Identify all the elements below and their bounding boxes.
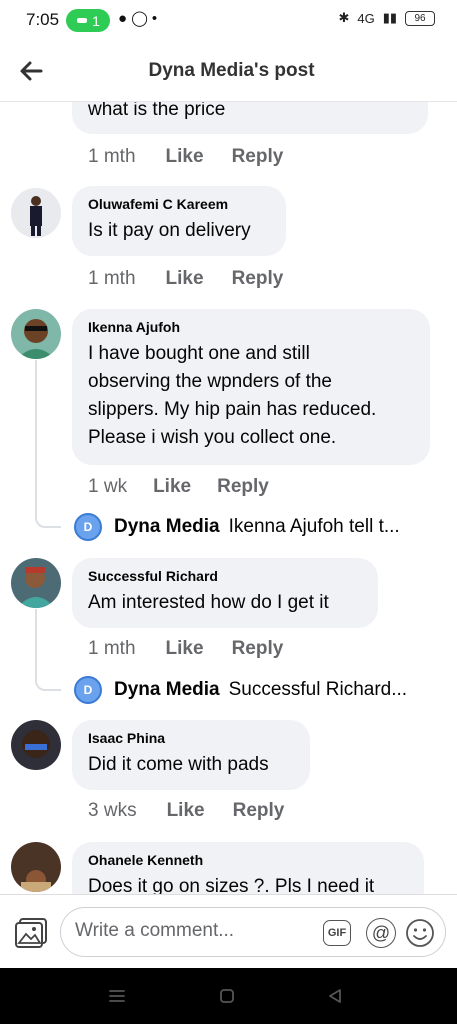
battery-level: 96 <box>414 12 426 24</box>
sim-badge: 1 <box>92 12 100 29</box>
reply-button[interactable]: Reply <box>233 800 285 822</box>
comment-composer: GIF @ <box>0 894 457 968</box>
dot-icon: • <box>151 10 162 27</box>
comment-time: 3 wks <box>88 800 137 821</box>
avatar-image <box>11 842 61 892</box>
reply-preview[interactable]: D Dyna Media Ikenna Ajufoh tell t... <box>74 513 400 541</box>
reply-author: Dyna Media <box>114 679 220 700</box>
like-button[interactable]: Like <box>153 476 191 498</box>
reply-button[interactable]: Reply <box>217 476 269 498</box>
thread-connector <box>35 360 61 528</box>
comment-text-line: I have bought one and still <box>88 343 310 364</box>
like-button[interactable]: Like <box>166 268 204 290</box>
comment-bubble[interactable]: Ohanele Kenneth Does it go on sizes ?. P… <box>72 842 424 894</box>
reply-avatar: D <box>74 676 102 704</box>
signal-icon: ▮▮ <box>382 10 397 25</box>
home-icon <box>220 989 234 1003</box>
comment-text: Is it pay on delivery <box>88 220 251 241</box>
comment-time: 1 wk <box>88 476 128 497</box>
photo-icon <box>15 918 47 948</box>
status-right: ✱ 4G ▮▮ 96 <box>338 10 435 26</box>
reply-button[interactable]: Reply <box>232 638 284 660</box>
comment-actions: 1 mth Like Reply <box>88 146 283 168</box>
back-nav-button[interactable] <box>323 984 347 1008</box>
like-button[interactable]: Like <box>167 800 205 822</box>
avatar[interactable] <box>11 558 61 608</box>
network-label: 4G <box>357 10 375 26</box>
reply-author: Dyna Media <box>114 516 220 537</box>
back-triangle-icon <box>329 989 341 1003</box>
comment-actions: 3 wks Like Reply <box>88 800 284 822</box>
page-header: Dyna Media's post <box>0 40 457 102</box>
avatar[interactable] <box>11 188 61 238</box>
thread-connector <box>35 609 61 691</box>
emoji-button[interactable] <box>405 918 435 948</box>
comment-actions: 1 wk Like Reply <box>88 476 269 498</box>
comments-feed[interactable]: what is the price 1 mth Like Reply Oluwa… <box>0 102 457 894</box>
comment-text: Does it go on sizes ?. Pls I need it <box>88 876 375 894</box>
comment-author[interactable]: Oluwafemi C Kareem <box>88 196 270 212</box>
gif-button[interactable]: GIF <box>323 920 351 946</box>
phone-icon <box>77 17 88 23</box>
home-button[interactable] <box>215 984 239 1008</box>
avatar[interactable] <box>11 309 61 359</box>
like-button[interactable]: Like <box>166 638 204 660</box>
reply-button[interactable]: Reply <box>232 268 284 290</box>
status-call-pill: 1 <box>66 9 110 32</box>
comment-author[interactable]: Successful Richard <box>88 568 362 584</box>
notification-icons: ●◯• <box>118 9 161 27</box>
comment-time: 1 mth <box>88 268 136 289</box>
comment-author[interactable]: Isaac Phina <box>88 730 294 746</box>
reply-snippet: Ikenna Ajufoh tell t... <box>228 516 400 537</box>
comment-bubble[interactable]: Ikenna Ajufoh I have bought one and stil… <box>72 309 430 465</box>
comment-text: what is the price <box>88 102 226 120</box>
mention-button[interactable]: @ <box>366 918 396 948</box>
comment-text-line: slippers. My hip pain has reduced. <box>88 399 377 420</box>
comment-input[interactable] <box>75 920 315 942</box>
reply-button[interactable]: Reply <box>232 146 284 168</box>
comment-bubble[interactable]: Isaac Phina Did it come with pads <box>72 720 310 790</box>
reply-avatar: D <box>74 513 102 541</box>
comment-bubble[interactable]: Oluwafemi C Kareem Is it pay on delivery <box>72 186 286 256</box>
like-button[interactable]: Like <box>166 146 204 168</box>
comment-actions: 1 mth Like Reply <box>88 638 283 660</box>
avatar-image <box>11 188 61 238</box>
avatar-image <box>11 720 61 770</box>
comment-author[interactable]: Ohanele Kenneth <box>88 852 408 868</box>
emoji-icon <box>406 919 434 947</box>
recents-button[interactable] <box>105 984 129 1008</box>
status-bar: 7:05 1 ●◯• ✱ 4G ▮▮ 96 <box>0 0 457 40</box>
snapchat-icon: ● <box>118 10 132 27</box>
comment-text: Did it come with pads <box>88 754 269 775</box>
avatar-image <box>11 558 61 608</box>
reply-preview[interactable]: D Dyna Media Successful Richard... <box>74 676 407 704</box>
comment-bubble[interactable]: what is the price <box>72 102 428 134</box>
comment-bubble[interactable]: Successful Richard Am interested how do … <box>72 558 378 628</box>
comment-time: 1 mth <box>88 638 136 659</box>
comment-text: Am interested how do I get it <box>88 592 329 613</box>
page-title: Dyna Media's post <box>148 60 315 81</box>
avatar[interactable] <box>11 720 61 770</box>
add-photo-button[interactable] <box>14 917 48 949</box>
battery-icon: 96 <box>405 10 435 26</box>
comment-time: 1 mth <box>88 146 136 167</box>
comment-actions: 1 mth Like Reply <box>88 268 283 290</box>
system-nav-bar <box>0 968 457 1024</box>
status-time: 7:05 <box>26 10 60 29</box>
comment-author[interactable]: Ikenna Ajufoh <box>88 319 414 335</box>
comment-text-line: Please i wish you collect one. <box>88 427 337 448</box>
avatar-image <box>11 309 61 359</box>
comment-text-line: observing the wpnders of the <box>88 371 332 392</box>
comment-box: GIF @ <box>60 907 446 957</box>
menu-icon <box>109 990 125 1002</box>
whatsapp-icon: ◯ <box>131 10 152 27</box>
bluetooth-icon: ✱ <box>338 10 350 25</box>
avatar[interactable] <box>11 842 61 892</box>
reply-snippet: Successful Richard... <box>228 679 408 700</box>
